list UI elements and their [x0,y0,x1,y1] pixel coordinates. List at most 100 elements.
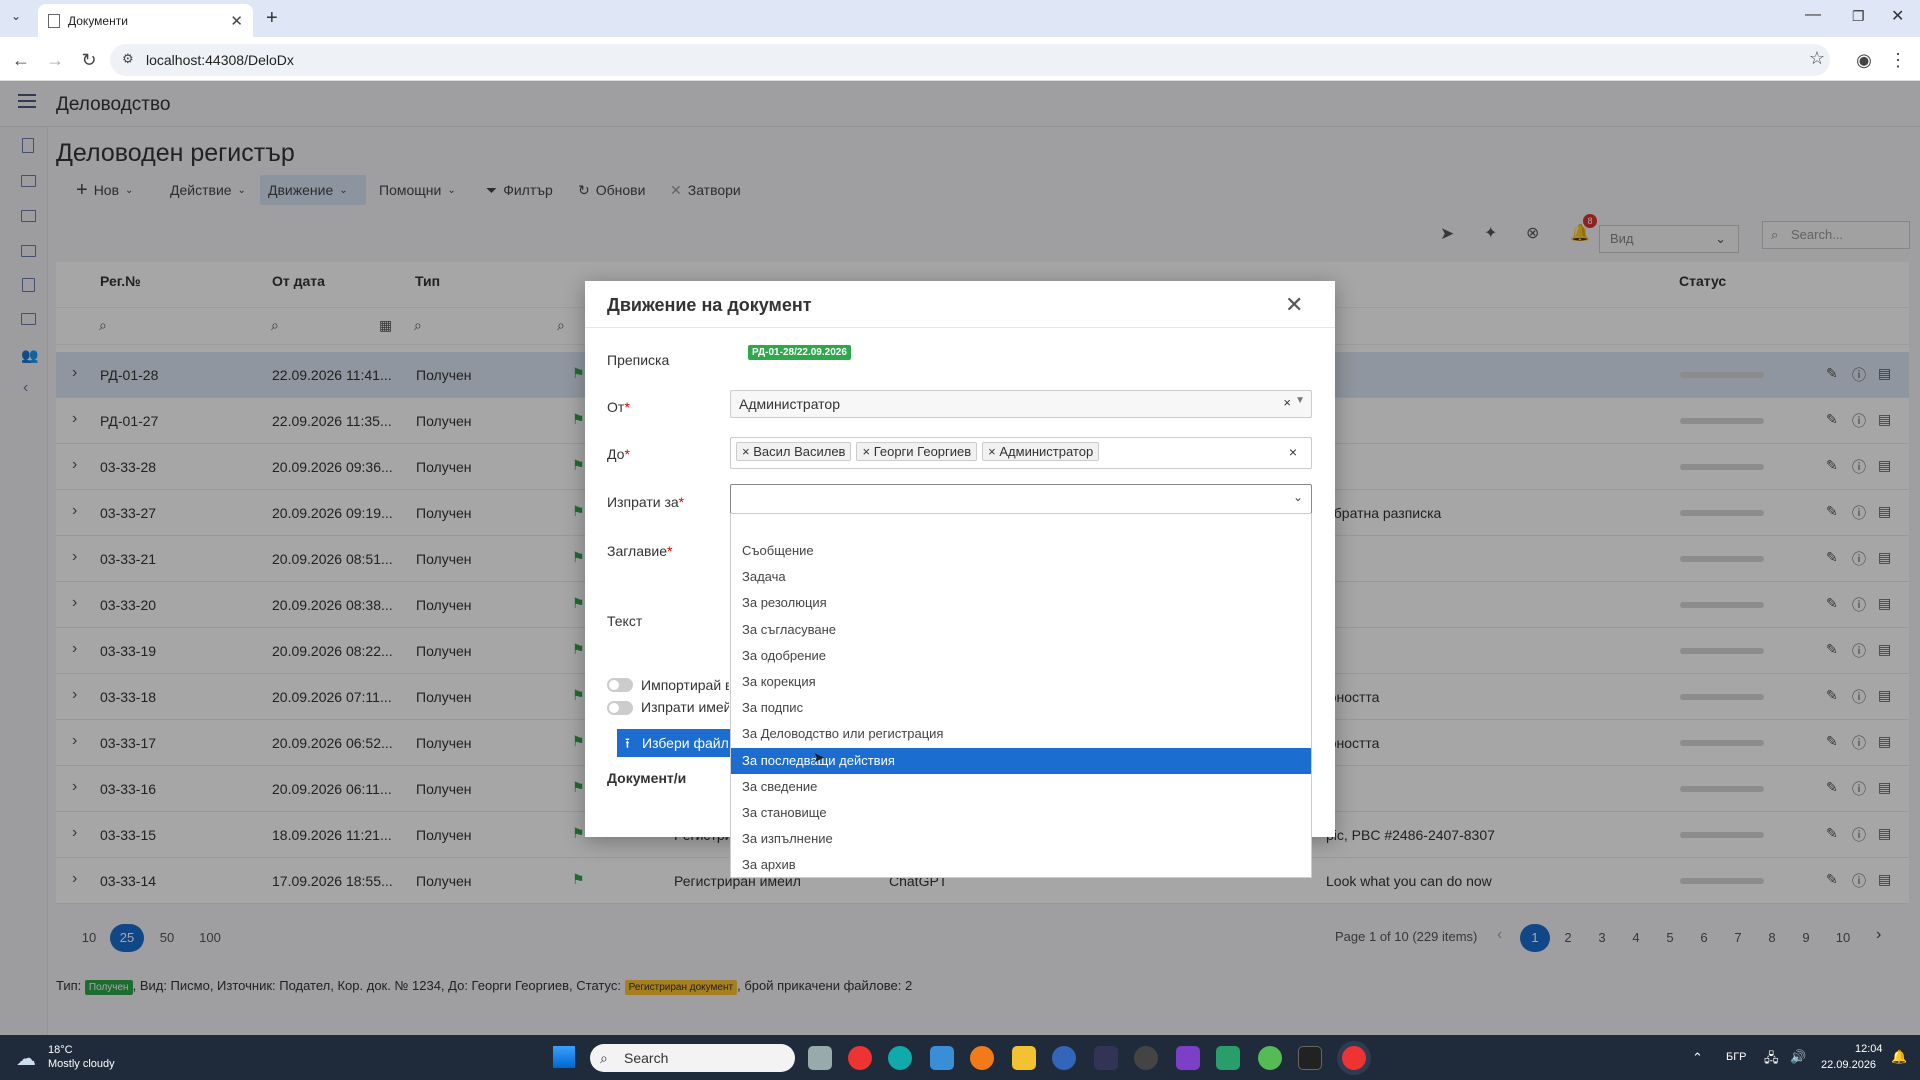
taskbar-search[interactable]: ⌕ Search [590,1044,795,1072]
import-label: Импортирай в [641,677,729,693]
chip-remove-icon[interactable]: × [862,444,873,459]
dropdown-option[interactable]: За одобрение [731,643,1311,669]
from-label-text: От [607,399,625,415]
new-tab-button[interactable]: + [266,7,278,30]
dialog-title: Движение на документ [607,295,812,315]
task-view-icon[interactable] [808,1046,832,1070]
browser-tab[interactable]: Документи ✕ [38,4,253,37]
dropdown-option[interactable]: Задача [731,564,1311,590]
chip-label: Георги Георгиев [873,444,972,459]
note-label: Преписка [607,352,670,368]
page-icon [48,13,60,28]
dropdown-option[interactable]: За становище [731,800,1311,826]
title-label: Заглавие* [607,543,673,559]
volume-icon[interactable]: 🔊 [1790,1049,1806,1065]
clock-date[interactable]: 22.09.2026 [1821,1059,1876,1071]
dropdown-option[interactable]: Съобщение [731,538,1311,564]
restore-button[interactable]: ❐ [1852,8,1865,25]
windows-start-icon[interactable] [553,1046,575,1068]
dropdown-option[interactable]: За Деловодство или регистрация [731,721,1311,747]
to-label-text: До [607,446,625,462]
send-email-toggle[interactable] [607,701,633,715]
chevron-down-icon: ⌄ [1292,490,1303,504]
dialog-close-icon[interactable]: ✕ [1285,292,1303,318]
forward-icon[interactable]: → [43,48,67,72]
clear-all-icon[interactable]: × [1289,444,1297,460]
tab-title: Документи [68,13,128,28]
chrome-dev-icon[interactable] [1258,1046,1282,1070]
tray-chevron-icon[interactable]: ⌃ [1692,1050,1703,1066]
terminal-icon[interactable] [1298,1046,1322,1070]
edge-icon[interactable] [888,1046,912,1070]
paint-icon[interactable] [1216,1046,1240,1070]
close-tab-icon[interactable]: ✕ [230,12,243,30]
from-label: От* [607,399,630,415]
file-explorer-icon[interactable] [1012,1046,1036,1070]
firefox-icon[interactable] [970,1046,994,1070]
text-label: Текст [607,613,643,629]
minimize-button[interactable]: — [1805,6,1821,24]
dropdown-option[interactable]: За сведение [731,774,1311,800]
chip-label: Администратор [999,444,1094,459]
chevron-down-icon: ▼ [1295,395,1305,406]
reload-icon[interactable]: ↻ [77,48,101,72]
chip-remove-icon[interactable]: × [988,444,999,459]
app-icon[interactable] [1094,1046,1118,1070]
choose-file-label: Избери файл [642,735,729,751]
to-chip[interactable]: × Георги Георгиев [856,442,978,461]
from-select[interactable]: Администратор × ▼ [730,390,1312,418]
browser-menu-icon[interactable]: ⋮ [1886,48,1910,72]
send-for-select[interactable]: ⌄ [730,484,1312,514]
dropdown-option[interactable]: За архив [731,852,1311,878]
window-close-button[interactable]: ✕ [1891,6,1904,26]
to-chip[interactable]: × Администратор [982,442,1100,461]
github-icon[interactable] [1134,1046,1158,1070]
dropdown-option[interactable]: За изпълнение [731,826,1311,852]
notifications-icon[interactable]: 🔔 [1891,1049,1907,1065]
chip-remove-icon[interactable]: × [742,444,753,459]
weather-desc: Mostly cloudy [48,1058,115,1070]
tab-list-button[interactable]: ⌄ [6,9,26,29]
upload-icon: ⭱ [625,735,630,751]
choose-file-button[interactable]: ⭱ Избери файл [617,729,731,757]
from-value: Администратор [739,396,841,412]
to-label: До* [607,446,630,462]
dialog-header-divider [585,327,1335,328]
browser-icon[interactable] [1052,1046,1076,1070]
search-icon: ⌕ [600,1050,608,1066]
send-email-label: Изпрати имейл [641,699,729,715]
dropdown-option[interactable]: За съгласуване [731,617,1311,643]
visual-studio-icon[interactable] [1176,1046,1200,1070]
profile-icon[interactable]: ◉ [1852,48,1876,72]
weather-icon[interactable]: ☁ [16,1046,36,1071]
site-info-icon[interactable]: ⚙ [122,51,134,67]
clear-icon[interactable]: × [1283,395,1291,410]
to-multiselect[interactable]: × Васил Василев × Георги Георгиев × Админи… [730,437,1312,469]
language-indicator[interactable]: БГР [1726,1051,1747,1063]
dropdown-option[interactable]: За резолюция [731,590,1311,616]
dropdown-option[interactable]: За подпис [731,695,1311,721]
mouse-cursor-icon: ➤ [813,749,825,765]
chrome-icon[interactable] [848,1046,872,1070]
title-label-text: Заглавие [607,543,668,559]
send-for-label: Изпрати за* [607,494,685,510]
weather-temp: 18°C [48,1044,73,1056]
note-badge: РД-01-28/22.09.2026 [748,345,851,360]
url-field[interactable]: ⚙ localhost:44308/DeloDx [110,44,1830,76]
photos-icon[interactable] [930,1046,954,1070]
send-for-label-text: Изпрати за [607,494,679,510]
dropdown-option[interactable]: За корекция [731,669,1311,695]
chip-label: Васил Василев [753,444,846,459]
import-toggle[interactable] [607,678,633,692]
bookmark-star-icon[interactable]: ☆ [1805,46,1829,70]
back-icon[interactable]: ← [9,48,33,72]
clock-time[interactable]: 12:04 [1855,1043,1883,1055]
url-text: localhost:44308/DeloDx [146,52,294,68]
chrome-active-icon[interactable] [1342,1046,1366,1070]
documents-label: Документ/и [607,770,687,786]
taskbar [0,1035,1920,1080]
taskbar-search-label: Search [624,1050,669,1066]
to-chip[interactable]: × Васил Василев [736,442,852,461]
network-icon[interactable]: 🖧 [1764,1049,1779,1071]
browser-tab-bar [0,0,1920,37]
